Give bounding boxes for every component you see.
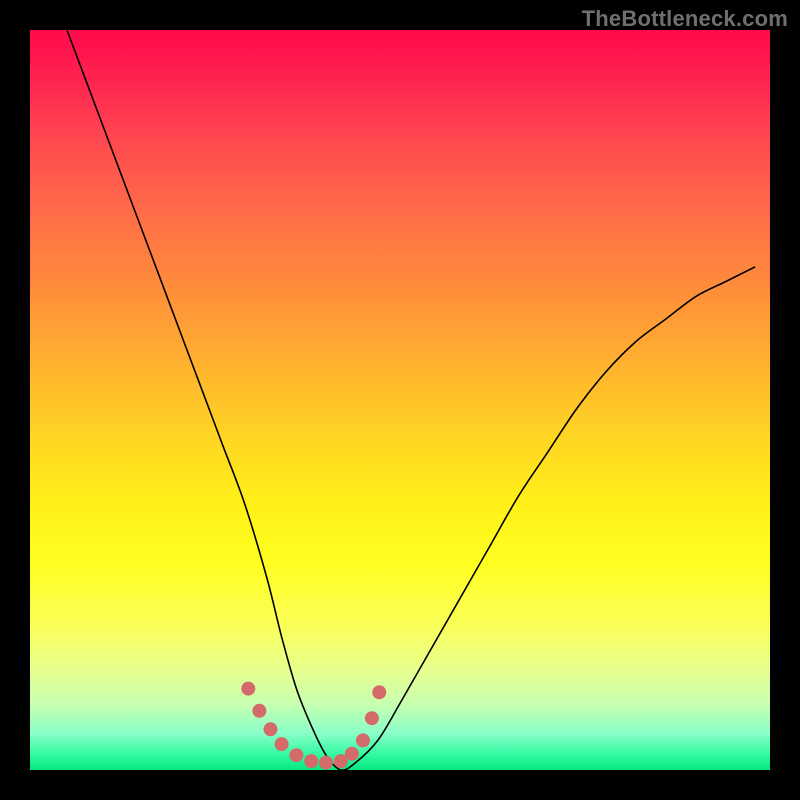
- curve-marker: [264, 722, 278, 736]
- curve-marker: [319, 756, 333, 770]
- curve-marker: [275, 737, 289, 751]
- curve-marker: [252, 704, 266, 718]
- curve-marker: [345, 747, 359, 761]
- curve-marker: [365, 711, 379, 725]
- chart-frame: TheBottleneck.com: [0, 0, 800, 800]
- curve-layer: [30, 30, 770, 770]
- watermark-text: TheBottleneck.com: [582, 6, 788, 32]
- curve-marker: [304, 754, 318, 768]
- bottleneck-curve: [67, 30, 755, 770]
- curve-marker: [241, 682, 255, 696]
- curve-marker: [356, 733, 370, 747]
- plot-area: [30, 30, 770, 770]
- curve-markers: [241, 682, 386, 770]
- curve-marker: [289, 748, 303, 762]
- curve-marker: [372, 685, 386, 699]
